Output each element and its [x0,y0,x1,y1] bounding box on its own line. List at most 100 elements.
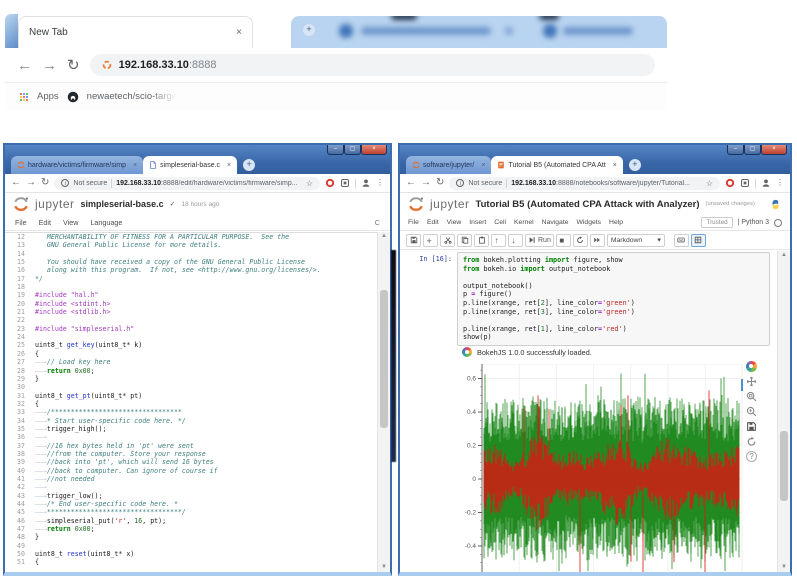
move-up-button[interactable]: ↑ [491,234,506,247]
editor-line[interactable]: 40——→//back to computer. Can ignore of c… [5,467,378,475]
editor-line[interactable]: 26{ [5,350,378,358]
code-cell[interactable]: from bokeh.plotting import figure, showf… [457,252,770,346]
reset-tool-icon[interactable] [746,436,757,447]
back-icon[interactable]: ← [11,178,21,188]
scrollbar-thumb[interactable] [380,290,388,428]
editor-line[interactable]: 28——→return 0x00; [5,367,378,375]
editor-line[interactable]: 21#include <stdlib.h> [5,308,378,316]
browser-menu-icon[interactable]: ⋮ [376,178,384,188]
tab-tutorial-b5[interactable]: Tutorial B5 (Automated CPA Att × [491,156,622,174]
extension-square-icon[interactable] [740,178,750,188]
save-tool-icon[interactable] [746,421,757,432]
editor-line[interactable]: 20#include <stdint.h> [5,300,378,308]
close-button[interactable]: × [761,145,787,155]
info-icon[interactable]: i [61,179,69,187]
editor-line[interactable]: 17*/ [5,275,378,283]
omnibox[interactable]: 192.168.33.10:8888 [90,54,655,76]
editor-line[interactable]: 24 [5,333,378,341]
maximize-button[interactable]: ▢ [344,145,361,155]
help-tool-icon[interactable]: ? [746,451,757,462]
apps-grid-icon[interactable] [19,92,29,102]
wheel-zoom-tool-icon[interactable] [746,406,757,417]
notebook-content[interactable]: In [16]: from bokeh.plotting import figu… [400,251,778,572]
editor-line[interactable]: 22 [5,316,378,324]
menu-item-insert[interactable]: Insert [469,219,486,226]
restart-kernel-button[interactable] [573,234,588,247]
bokeh-logo[interactable] [746,361,757,372]
bookmark-repo-label[interactable]: newaetech/scio-targe [87,91,177,102]
paste-cell-button[interactable] [474,234,489,247]
minimize-button[interactable]: – [727,145,744,155]
menu-item-help[interactable]: Help [609,219,623,226]
cut-cell-button[interactable] [440,234,455,247]
tab-simpleserial-base[interactable]: simpleserial-base.c × [143,156,237,174]
forward-icon[interactable]: → [42,57,57,74]
reload-icon[interactable]: ↻ [67,56,80,74]
add-cell-button[interactable]: + [423,234,438,247]
tab-close-icon[interactable]: × [236,27,242,38]
copy-cell-button[interactable] [457,234,472,247]
omnibox[interactable]: i Not secure 192.168.33.10:8888/edit/har… [54,177,320,190]
tab-new-tab[interactable]: New Tab × [18,16,253,48]
scroll-down-icon[interactable]: ▼ [778,563,790,572]
menu-item-language[interactable]: Language [90,218,122,227]
close-button[interactable]: × [361,145,387,155]
code-editor[interactable]: 12 MERCHANTABILITY OF FITNESS FOR A PART… [5,232,378,572]
new-tab-button[interactable]: + [243,159,255,171]
menu-item-file[interactable]: File [408,219,419,226]
keyboard-button[interactable] [674,234,689,247]
editor-scrollbar[interactable]: ▲ ▼ [377,232,390,572]
editor-line[interactable]: 27——→// Load key here [5,358,378,366]
menu-item-view[interactable]: View [447,219,462,226]
editor-line[interactable]: 29} [5,375,378,383]
bookmark-star-icon[interactable]: ☆ [306,179,313,188]
bokeh-plot[interactable]: 0.60.40.20-0.2-0.4 [446,364,746,572]
box-zoom-tool-icon[interactable] [746,391,757,402]
restart-run-all-button[interactable] [590,234,605,247]
pan-tool-icon[interactable] [746,376,757,387]
profile-icon[interactable] [361,178,371,188]
new-tab-button[interactable]: + [303,24,315,36]
apps-label[interactable]: Apps [37,91,59,102]
trusted-button[interactable]: Trusted [701,217,732,228]
stop-button[interactable]: ■ [556,234,571,247]
editor-line[interactable]: 42——→ [5,483,378,491]
reload-icon[interactable]: ↻ [41,178,49,188]
editor-line[interactable]: 44——→/* End user-specific code here. * [5,500,378,508]
editor-line[interactable]: 35——→trigger_high(); [5,425,378,433]
forward-icon[interactable]: → [26,178,36,188]
editor-line[interactable]: 14 [5,250,378,258]
editor-line[interactable]: 50uint8_t reset(uint8_t* x) [5,550,378,558]
editor-line[interactable]: 32{ [5,400,378,408]
scroll-up-icon[interactable]: ▲ [378,232,390,241]
editor-line[interactable]: 39——→//back into 'pt', which will send 1… [5,458,378,466]
info-icon[interactable]: i [456,179,464,187]
menu-item-edit[interactable]: Edit [39,218,51,227]
menu-item-widgets[interactable]: Widgets [576,219,601,226]
forward-icon[interactable]: → [421,178,431,188]
scrollbar-thumb[interactable] [780,431,788,501]
minimize-button[interactable]: – [327,145,344,155]
menu-item-view[interactable]: View [63,218,78,227]
back-icon[interactable]: ← [406,178,416,188]
editor-line[interactable]: 51{ [5,558,378,566]
extension-square-icon[interactable] [340,178,350,188]
editor-line[interactable]: 16 along with this program. If not, see … [5,266,378,274]
move-down-button[interactable]: ↓ [508,234,523,247]
menu-item-file[interactable]: File [15,218,27,227]
editor-line[interactable]: 47——→return 0x00; [5,525,378,533]
back-icon[interactable]: ← [17,57,32,74]
editor-line[interactable]: 25uint8_t get_key(uint8_t* k) [5,341,378,349]
browser-menu-icon[interactable]: ⋮ [776,178,784,188]
scroll-up-icon[interactable]: ▲ [778,251,790,260]
editor-line[interactable]: 36——→ [5,433,378,441]
editor-line[interactable]: 15 You should have received a copy of th… [5,258,378,266]
editor-line[interactable]: 13 GNU General Public License for more d… [5,241,378,249]
save-button[interactable] [406,234,421,247]
new-tab-button[interactable]: + [629,159,641,171]
reload-icon[interactable]: ↻ [436,178,444,188]
menu-item-cell[interactable]: Cell [494,219,506,226]
tab-firmware-folder[interactable]: hardware/victims/firmware/simp × [11,156,143,174]
editor-line[interactable]: 45——→**********************************/ [5,508,378,516]
extension-o-icon[interactable] [725,178,735,188]
